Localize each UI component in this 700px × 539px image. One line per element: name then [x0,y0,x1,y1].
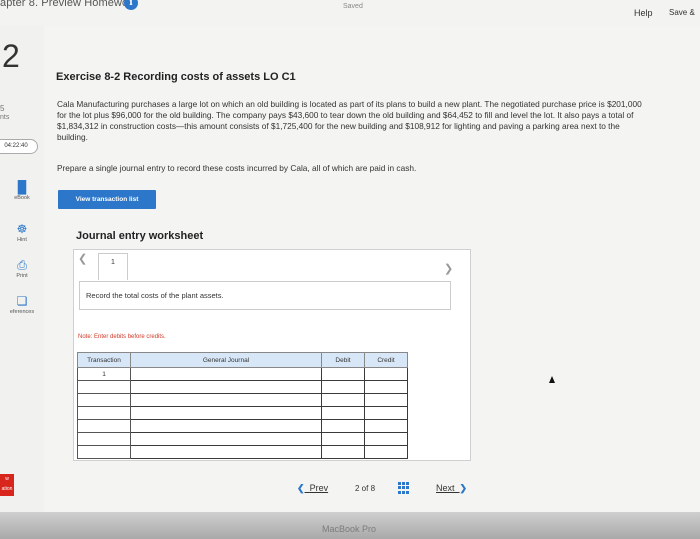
book-icon: █ [17,180,27,194]
account-input[interactable] [130,393,322,407]
question-sidebar [0,26,44,539]
next-label: Next [436,483,455,493]
col-general-journal: General Journal [130,352,322,368]
table-row [77,393,408,407]
side-badge-bottom: ation [1,486,13,492]
mouse-cursor-icon [549,376,555,383]
worksheet-prev-arrow-icon[interactable]: ❮ [78,252,87,265]
debit-input[interactable] [321,367,365,381]
next-question-link[interactable]: Next ❯ [436,483,467,494]
points-value: 5 [0,104,5,113]
references-icon: ❏ [16,294,28,308]
worksheet-note: Note: Enter debits before credits. [78,334,166,340]
debit-input[interactable] [321,445,365,459]
worksheet-next-arrow-icon[interactable]: ❯ [444,262,453,275]
credit-input[interactable] [364,406,408,420]
account-input[interactable] [130,406,322,420]
references-label: eferences [9,309,35,315]
references-tool[interactable]: ❏ eferences [0,294,44,315]
table-row [77,380,408,394]
table-row [77,432,408,446]
table-row [77,419,408,433]
account-input[interactable] [130,419,322,433]
debit-input[interactable] [321,393,365,407]
journal-table: Transaction General Journal Debit Credit… [77,352,408,459]
table-row: 1 [77,367,408,381]
col-transaction: Transaction [77,352,131,368]
top-bar: apter 8. Preview Homework i Saved Help S… [0,0,700,27]
hint-tool[interactable]: ☸ Hint [0,222,44,243]
problem-prompt: Prepare a single journal entry to record… [57,163,417,173]
account-input[interactable] [130,380,322,394]
save-status: Saved [343,3,363,10]
transaction-cell [77,445,131,459]
prev-question-link[interactable]: ❮ Prev [297,483,328,494]
view-transaction-list-button[interactable]: View transaction list [58,190,156,209]
transaction-cell [77,406,131,420]
worksheet-instruction: Record the total costs of the plant asse… [79,281,451,310]
print-tool[interactable]: ⎙ Print [0,258,44,279]
prev-label: Prev [309,483,329,493]
credit-input[interactable] [364,419,408,433]
help-link[interactable]: Help [634,8,653,18]
question-number: 2 [2,38,20,74]
transaction-cell: 1 [77,367,131,381]
hint-icon: ☸ [16,222,28,236]
side-red-badge[interactable]: w ation [0,474,14,496]
account-input[interactable] [130,432,322,446]
col-debit: Debit [321,352,365,368]
assignment-title: apter 8. Preview Homework [0,0,138,9]
page-indicator: 2 of 8 [355,484,376,493]
transaction-cell [77,393,131,407]
credit-input[interactable] [364,380,408,394]
table-row [77,406,408,420]
worksheet-tab-1[interactable]: 1 [98,253,128,280]
debit-input[interactable] [321,380,365,394]
credit-input[interactable] [364,367,408,381]
account-input[interactable] [130,445,322,459]
worksheet-title: Journal entry worksheet [76,230,204,242]
ebook-tool[interactable]: █ eBook [0,180,44,201]
device-label: MacBook Pro [322,524,377,534]
account-input[interactable] [130,367,322,381]
question-grid-icon[interactable] [398,482,410,494]
transaction-cell [77,419,131,433]
col-credit: Credit [364,352,408,368]
chevron-right-icon: ❯ [459,483,468,493]
transaction-cell [77,432,131,446]
credit-input[interactable] [364,393,408,407]
debit-input[interactable] [321,419,365,433]
debit-input[interactable] [321,406,365,420]
debit-input[interactable] [321,432,365,446]
credit-input[interactable] [364,432,408,446]
ebook-label: eBook [14,195,30,201]
screen: apter 8. Preview Homework i Saved Help S… [0,0,700,539]
problem-text: Cala Manufacturing purchases a large lot… [57,99,642,142]
side-badge-top: w [5,476,9,482]
table-row [77,445,408,459]
hint-label: Hint [17,237,27,243]
transaction-cell [77,380,131,394]
exercise-title: Exercise 8-2 Recording costs of assets L… [56,71,296,83]
timer-badge: 04:22:40 [0,139,38,154]
print-icon: ⎙ [17,258,27,272]
print-label: Print [16,273,28,279]
chevron-left-icon: ❮ [297,483,305,493]
points-label: nts [0,114,10,121]
save-exit-button[interactable]: Save & [669,8,695,17]
credit-input[interactable] [364,445,408,459]
